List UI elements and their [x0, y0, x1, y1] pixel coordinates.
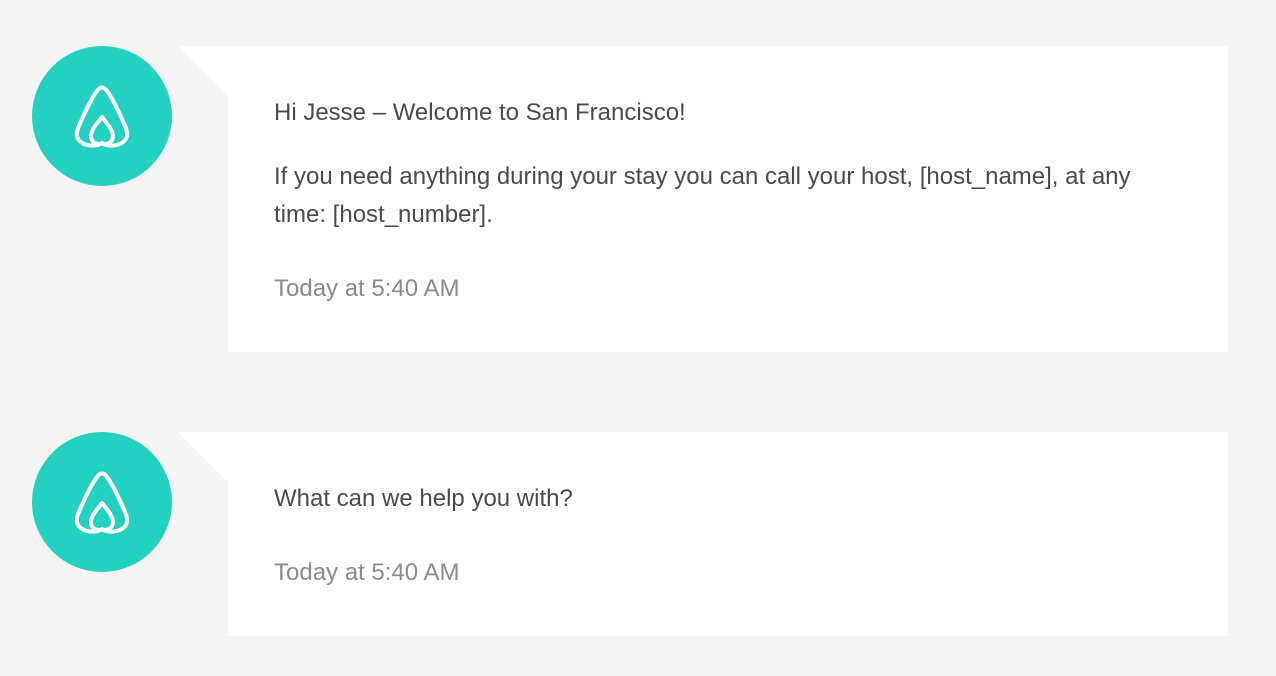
bubble-tail — [178, 46, 228, 96]
avatar[interactable] — [32, 432, 172, 572]
message-bubble: What can we help you with? Today at 5:40… — [228, 432, 1228, 636]
airbnb-belo-icon — [74, 85, 130, 148]
bubble-tail — [178, 432, 228, 482]
avatar[interactable] — [32, 46, 172, 186]
chat-message: What can we help you with? Today at 5:40… — [0, 432, 1276, 636]
message-text: What can we help you with? — [274, 485, 573, 512]
chat-message: Hi Jesse – Welcome to San Francisco! If … — [0, 46, 1276, 352]
airbnb-belo-icon — [74, 471, 130, 534]
message-text: Hi Jesse – Welcome to San Francisco! — [274, 99, 686, 126]
message-timestamp: Today at 5:40 AM — [274, 559, 460, 586]
message-bubble: Hi Jesse – Welcome to San Francisco! If … — [228, 46, 1228, 352]
message-text: If you need anything during your stay yo… — [274, 163, 1131, 228]
message-timestamp: Today at 5:40 AM — [274, 275, 460, 302]
